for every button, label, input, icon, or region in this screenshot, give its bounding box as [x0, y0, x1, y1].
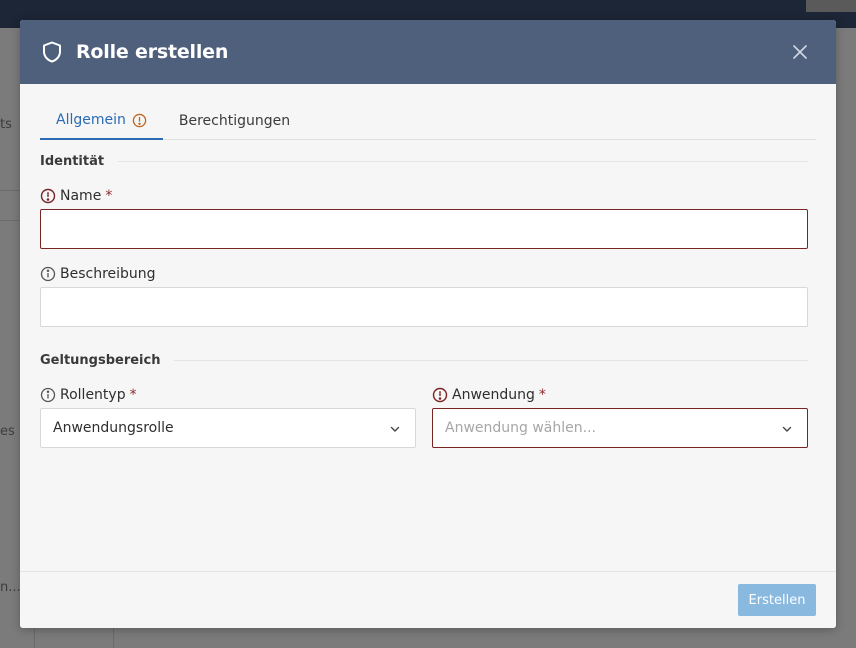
role-type-value: Anwendungsrolle — [53, 420, 174, 436]
section-title: Geltungsbereich — [40, 353, 161, 368]
name-label-text: Name — [60, 188, 102, 204]
tab-label: Berechtigungen — [178, 113, 291, 129]
chevron-down-icon — [389, 423, 401, 435]
close-icon[interactable] — [790, 42, 810, 62]
tab-allgemein[interactable]: Allgemein — [40, 102, 163, 140]
info-icon — [40, 387, 56, 403]
background-topbar-control — [806, 0, 856, 12]
shield-icon — [40, 40, 64, 64]
required-marker: * — [105, 188, 113, 204]
section-divider — [118, 161, 808, 162]
role-type-select[interactable]: Anwendungsrolle — [40, 408, 416, 448]
section-divider — [174, 360, 808, 361]
description-label: Beschreibung — [40, 266, 156, 282]
application-select[interactable]: Anwendung wählen... — [432, 408, 808, 448]
application-label-text: Anwendung — [452, 387, 535, 403]
error-icon — [432, 387, 448, 403]
tab-label: Allgemein — [56, 112, 126, 128]
background-divider — [0, 220, 20, 221]
required-marker: * — [129, 387, 137, 403]
info-icon — [40, 266, 56, 282]
application-label: Anwendung * — [432, 387, 546, 403]
chevron-down-icon — [781, 423, 793, 435]
name-input[interactable] — [40, 209, 808, 249]
name-label: Name * — [40, 188, 112, 204]
application-placeholder: Anwendung wählen... — [445, 420, 596, 436]
background-side-text: es — [0, 424, 15, 439]
tab-berechtigungen[interactable]: Berechtigungen — [163, 102, 306, 140]
dialog-header: Rolle erstellen — [20, 20, 836, 84]
section-identity: Identität — [40, 154, 808, 169]
role-type-label: Rollentyp * — [40, 387, 137, 403]
role-type-label-text: Rollentyp — [60, 387, 126, 403]
background-panel — [34, 626, 114, 648]
tab-bar: Allgemein Berechtigungen — [40, 102, 816, 140]
required-marker: * — [538, 387, 546, 403]
description-label-text: Beschreibung — [60, 266, 156, 282]
background-side-text: n... — [0, 580, 21, 595]
create-role-dialog: Rolle erstellen Allgemein Berechtigungen… — [20, 20, 836, 628]
section-title: Identität — [40, 154, 105, 169]
dialog-footer: Erstellen — [20, 571, 836, 628]
description-input[interactable] — [40, 287, 808, 327]
warning-icon — [132, 113, 147, 128]
dialog-title: Rolle erstellen — [76, 41, 229, 63]
background-side-text: ts — [0, 117, 12, 132]
section-scope: Geltungsbereich — [40, 353, 808, 368]
background-divider — [0, 190, 20, 191]
error-icon — [40, 188, 56, 204]
create-button[interactable]: Erstellen — [738, 584, 816, 616]
